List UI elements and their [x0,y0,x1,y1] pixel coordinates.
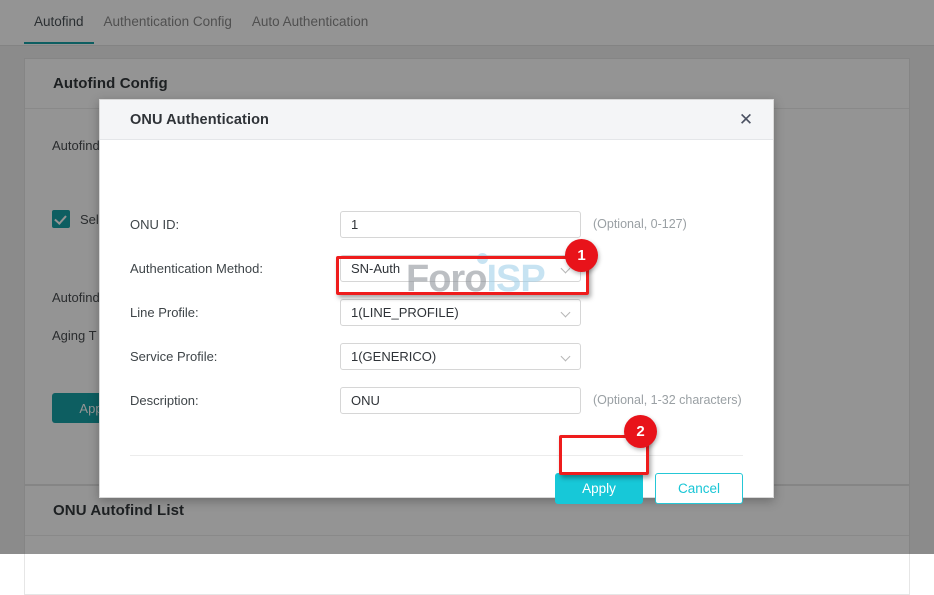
step-badge-2: 2 [624,415,657,448]
chevron-down-icon [562,309,570,317]
field-row-line-profile: Line Profile: 1(LINE_PROFILE) [130,299,743,325]
dialog-actions: Apply Cancel [555,473,743,504]
dialog-title: ONU Authentication [130,112,269,128]
onu-authentication-dialog: ONU Authentication ✕ ONU ID: (Optional, … [99,99,774,498]
field-row-service-profile: Service Profile: 1(GENERICO) [130,343,743,369]
auth-method-select[interactable]: SN-Auth [340,255,581,282]
dialog-header: ONU Authentication ✕ [100,100,773,140]
line-profile-label: Line Profile: [130,305,340,320]
apply-button[interactable]: Apply [555,473,643,504]
field-row-onu-id: ONU ID: (Optional, 0-127) [130,211,743,237]
description-hint: (Optional, 1-32 characters) [593,393,742,407]
line-profile-select[interactable]: 1(LINE_PROFILE) [340,299,581,326]
step-badge-1: 1 [565,239,598,272]
auth-method-value: SN-Auth [351,261,400,276]
service-profile-select[interactable]: 1(GENERICO) [340,343,581,370]
service-profile-value: 1(GENERICO) [351,349,436,364]
dialog-footer-divider [130,455,743,456]
chevron-down-icon [562,353,570,361]
dialog-body: ONU ID: (Optional, 0-127) Authentication… [100,140,773,497]
onu-id-hint: (Optional, 0-127) [593,217,687,231]
cancel-button[interactable]: Cancel [655,473,743,504]
onu-id-input[interactable] [340,211,581,238]
line-profile-value: 1(LINE_PROFILE) [351,305,459,320]
close-icon[interactable]: ✕ [735,109,757,131]
onu-id-label: ONU ID: [130,217,340,232]
field-row-auth-method: Authentication Method: SN-Auth [130,255,743,281]
service-profile-label: Service Profile: [130,349,340,364]
description-label: Description: [130,393,340,408]
auth-method-label: Authentication Method: [130,261,340,276]
description-input[interactable] [340,387,581,414]
field-row-description: Description: (Optional, 1-32 characters) [130,387,743,413]
